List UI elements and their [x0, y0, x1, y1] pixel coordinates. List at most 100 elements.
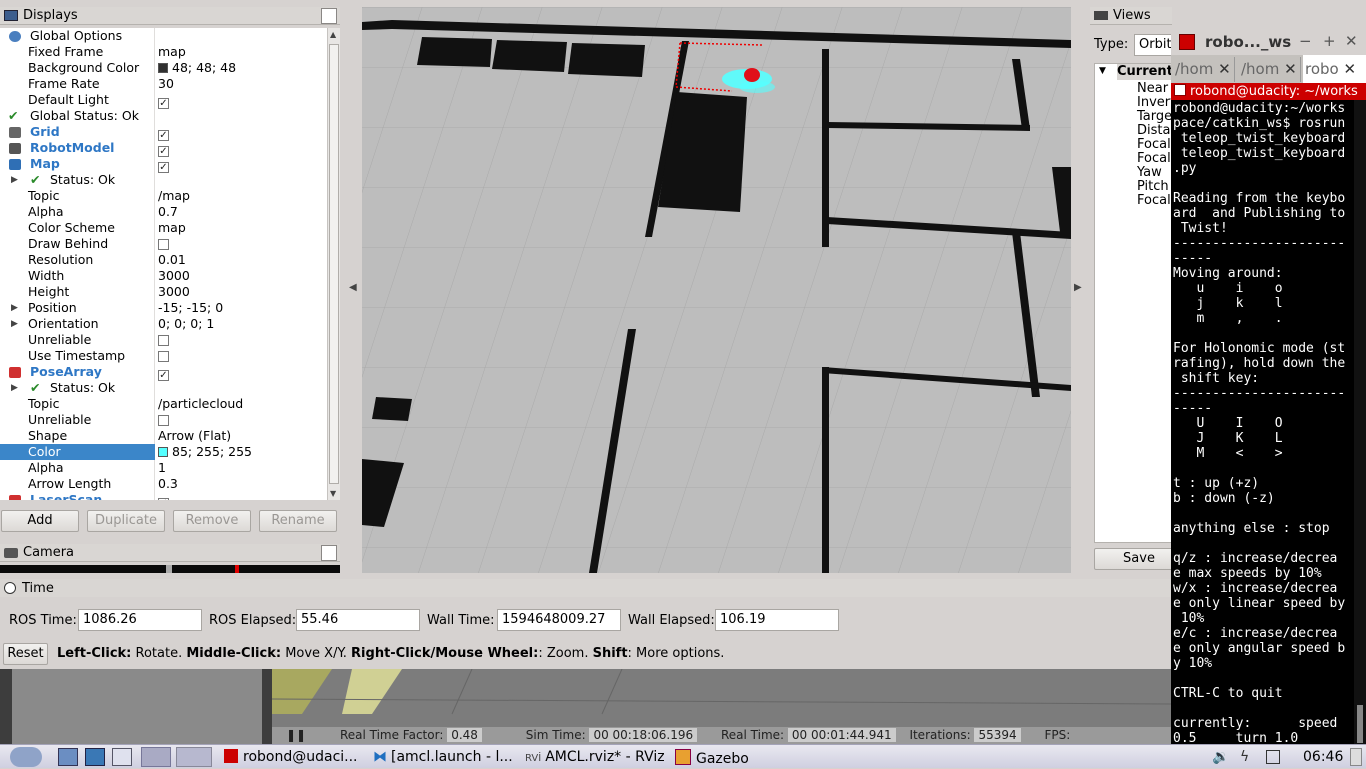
- expand-arrow-icon[interactable]: ▶: [11, 316, 18, 332]
- camera-float-button[interactable]: [321, 545, 337, 561]
- checkbox[interactable]: ✓: [158, 498, 169, 500]
- collapse-left-arrow[interactable]: ◀: [349, 282, 357, 293]
- view-property-row[interactable]: Focal: [1137, 137, 1171, 152]
- view-property-row[interactable]: Distance: [1137, 123, 1172, 138]
- view-property-row[interactable]: Near: [1137, 81, 1168, 96]
- show-desktop-button[interactable]: [1350, 748, 1362, 766]
- property-value[interactable]: 85; 255; 255: [155, 444, 327, 460]
- property-value[interactable]: /map: [158, 188, 190, 204]
- view-type-select[interactable]: Orbit: [1134, 34, 1172, 56]
- view-property-row[interactable]: Focal: [1137, 151, 1171, 166]
- property-row[interactable]: Use Timestamp: [0, 348, 327, 364]
- property-value[interactable]: 0.01: [158, 252, 186, 268]
- property-row[interactable]: Background Color 48; 48; 48: [0, 60, 327, 76]
- property-row[interactable]: ▶ ✔ Status: Ok: [0, 380, 327, 396]
- ros-elapsed-field[interactable]: 55.46: [296, 609, 420, 631]
- property-value[interactable]: ✓: [158, 492, 169, 500]
- network-icon[interactable]: [1266, 750, 1280, 764]
- ros-time-field[interactable]: 1086.26: [78, 609, 202, 631]
- property-row[interactable]: Global Options: [0, 28, 327, 44]
- property-value[interactable]: map: [158, 44, 186, 60]
- current-view-item[interactable]: Current: [1117, 64, 1172, 80]
- close-icon[interactable]: ✕: [1345, 32, 1358, 50]
- property-row[interactable]: Draw Behind: [0, 236, 327, 252]
- taskbar-item-rviz[interactable]: RVİ AMCL.rviz* - RViz: [525, 747, 665, 767]
- property-value[interactable]: [158, 412, 169, 428]
- property-row[interactable]: Resolution 0.01: [0, 252, 327, 268]
- view-property-row[interactable]: Target: [1137, 109, 1172, 124]
- float-toggle-button[interactable]: [321, 8, 337, 24]
- collapse-right-arrow[interactable]: ▶: [1074, 282, 1082, 293]
- remove-button[interactable]: Remove: [173, 510, 251, 532]
- property-row[interactable]: Shape Arrow (Flat): [0, 428, 327, 444]
- property-row[interactable]: ✔ Global Status: Ok: [0, 108, 327, 124]
- taskbar-item-terminal[interactable]: robond@udaci...: [224, 747, 358, 767]
- checkbox[interactable]: [158, 415, 169, 426]
- property-row[interactable]: Topic/particlecloud: [0, 396, 327, 412]
- property-value[interactable]: [158, 236, 169, 252]
- scroll-thumb[interactable]: [329, 44, 339, 484]
- property-value[interactable]: 3000: [158, 268, 190, 284]
- property-row[interactable]: ▶ Position -15; -15; 0: [0, 300, 327, 316]
- reset-button[interactable]: Reset: [3, 643, 48, 665]
- gazebo-window[interactable]: ❚❚ Real Time Factor: 0.48 Sim Time: 00 0…: [0, 669, 1172, 744]
- property-row[interactable]: Topic/map: [0, 188, 327, 204]
- checkbox[interactable]: [158, 351, 169, 362]
- start-menu-button[interactable]: [10, 747, 42, 767]
- property-value[interactable]: Arrow (Flat): [158, 428, 231, 444]
- expand-arrow-icon[interactable]: ▶: [11, 300, 18, 316]
- volume-icon[interactable]: 🔉: [1212, 747, 1229, 767]
- property-value[interactable]: ✓: [158, 156, 169, 173]
- minimize-icon[interactable]: −: [1299, 32, 1312, 50]
- terminal-output[interactable]: robond@udacity:~/works pace/catkin_ws$ ro…: [1173, 101, 1345, 744]
- property-row[interactable]: RobotModel ✓: [0, 140, 327, 157]
- property-value[interactable]: 30: [158, 76, 174, 92]
- property-value[interactable]: 0; 0; 0; 1: [158, 316, 214, 332]
- property-row[interactable]: Grid ✓: [0, 124, 327, 141]
- property-row[interactable]: Height 3000: [0, 284, 327, 300]
- property-value[interactable]: map: [158, 220, 186, 236]
- terminal-tab[interactable]: /hom ✕: [1237, 57, 1301, 82]
- property-value[interactable]: -15; -15; 0: [158, 300, 223, 316]
- pause-icon[interactable]: ❚❚: [286, 728, 306, 742]
- view-property-row[interactable]: Focal: [1137, 193, 1171, 208]
- property-row[interactable]: Color Scheme map: [0, 220, 327, 236]
- property-row[interactable]: Arrow Length 0.3: [0, 476, 327, 492]
- property-row[interactable]: Fixed Frame map: [0, 44, 327, 60]
- tree-scrollbar[interactable]: ▲ ▼: [327, 28, 340, 500]
- property-value[interactable]: ✓: [158, 124, 169, 141]
- property-row[interactable]: LaserScan ✓: [0, 492, 327, 500]
- property-row[interactable]: Alpha 1: [0, 460, 327, 476]
- property-row[interactable]: PoseArray ✓: [0, 364, 327, 381]
- duplicate-button[interactable]: Duplicate: [87, 510, 165, 532]
- taskbar-item-gazebo[interactable]: Gazebo: [675, 747, 749, 767]
- save-view-button[interactable]: Save: [1094, 548, 1172, 570]
- property-value[interactable]: 0.7: [158, 204, 178, 220]
- property-row[interactable]: Unreliable: [0, 332, 327, 348]
- taskbar-item-vscode[interactable]: ⧓ [amcl.launch - l...: [373, 747, 513, 767]
- property-row[interactable]: Width 3000: [0, 268, 327, 284]
- property-row[interactable]: Alpha 0.7: [0, 204, 327, 220]
- displays-tree[interactable]: Global Options Fixed Frame map Background C…: [0, 28, 327, 500]
- expand-arrow-icon[interactable]: ▶: [11, 172, 18, 188]
- rviz-workspace-icon[interactable]: [141, 747, 171, 767]
- property-value[interactable]: 1: [158, 460, 166, 476]
- property-value[interactable]: ✓: [158, 92, 169, 109]
- rename-button[interactable]: Rename: [259, 510, 337, 532]
- property-value[interactable]: 48; 48; 48: [158, 60, 236, 76]
- terminal-scrollbar[interactable]: [1354, 100, 1366, 744]
- property-row[interactable]: Map ✓: [0, 156, 327, 173]
- property-row[interactable]: ▶ ✔ Status: Ok: [0, 172, 327, 188]
- window-icon[interactable]: [112, 748, 132, 766]
- property-value[interactable]: [158, 348, 169, 364]
- power-icon[interactable]: ϟ: [1240, 747, 1249, 767]
- property-value[interactable]: [158, 332, 169, 348]
- checkbox[interactable]: [158, 239, 169, 250]
- maximize-icon[interactable]: +: [1323, 32, 1336, 50]
- property-value[interactable]: ✓: [158, 364, 169, 381]
- property-value[interactable]: ✓: [158, 140, 169, 157]
- view-property-row[interactable]: Pitch: [1137, 179, 1169, 194]
- wall-time-field[interactable]: 1594648009.27: [497, 609, 621, 631]
- property-value[interactable]: /particlecloud: [158, 396, 243, 412]
- add-button[interactable]: Add: [1, 510, 79, 532]
